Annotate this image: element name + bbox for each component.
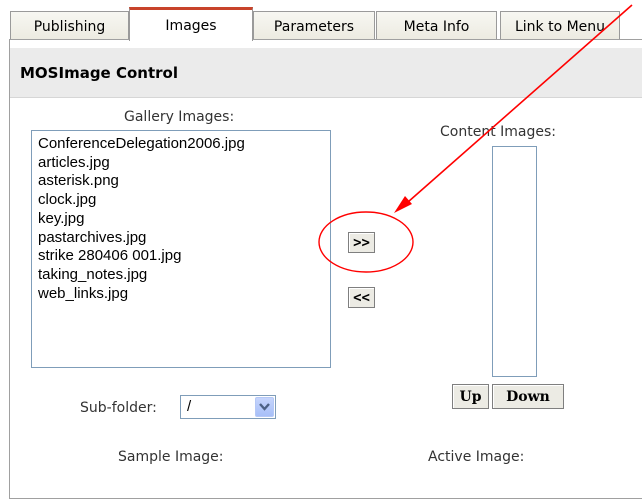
panel-title: MOSImage Control bbox=[20, 64, 178, 82]
list-item[interactable]: web_links.jpg bbox=[38, 285, 330, 304]
tab-meta-info-label: Meta Info bbox=[403, 18, 470, 35]
content-images-list[interactable] bbox=[492, 146, 537, 377]
list-item[interactable]: pastarchives.jpg bbox=[38, 229, 330, 248]
content-images-label: Content Images: bbox=[440, 124, 556, 140]
tab-parameters[interactable]: Parameters bbox=[253, 11, 375, 41]
remove-image-button[interactable]: << bbox=[348, 287, 375, 308]
list-item[interactable]: strike 280406 001.jpg bbox=[38, 247, 330, 266]
list-item[interactable]: asterisk.png bbox=[38, 172, 330, 191]
subfolder-label: Sub-folder: bbox=[80, 400, 157, 416]
tab-parameters-label: Parameters bbox=[273, 18, 355, 35]
active-image-label: Active Image: bbox=[428, 449, 525, 465]
subfolder-value: / bbox=[187, 398, 192, 415]
chevron-down-icon[interactable] bbox=[255, 397, 274, 417]
tab-publishing[interactable]: Publishing bbox=[10, 11, 129, 41]
tab-link-to-menu[interactable]: Link to Menu bbox=[500, 11, 620, 41]
move-down-button[interactable]: Down bbox=[492, 384, 564, 409]
move-up-button[interactable]: Up bbox=[452, 384, 489, 409]
list-item[interactable]: ConferenceDelegation2006.jpg bbox=[38, 135, 330, 154]
list-item[interactable]: articles.jpg bbox=[38, 154, 330, 173]
tab-publishing-label: Publishing bbox=[33, 18, 106, 35]
sample-image-label: Sample Image: bbox=[118, 449, 224, 465]
add-image-button[interactable]: >> bbox=[348, 232, 375, 253]
list-item[interactable]: clock.jpg bbox=[38, 191, 330, 210]
tab-meta-info[interactable]: Meta Info bbox=[376, 11, 497, 41]
tab-link-to-menu-label: Link to Menu bbox=[514, 18, 606, 35]
tab-bar: Publishing Images Parameters Meta Info L… bbox=[0, 0, 642, 42]
tab-images-label: Images bbox=[165, 17, 217, 34]
list-item[interactable]: key.jpg bbox=[38, 210, 330, 229]
list-item[interactable]: taking_notes.jpg bbox=[38, 266, 330, 285]
gallery-images-list[interactable]: ConferenceDelegation2006.jpg articles.jp… bbox=[31, 130, 331, 368]
gallery-images-label: Gallery Images: bbox=[124, 109, 235, 125]
subfolder-select[interactable]: / bbox=[180, 395, 276, 419]
tab-images[interactable]: Images bbox=[129, 7, 253, 41]
